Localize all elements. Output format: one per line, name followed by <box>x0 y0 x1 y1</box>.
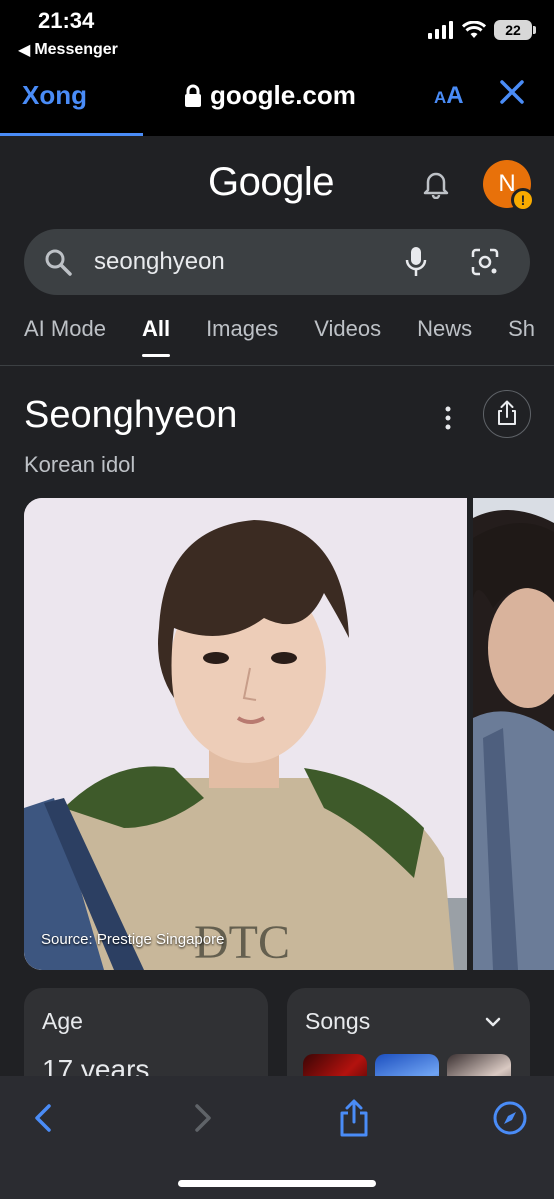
status-time: 21:34 <box>38 8 95 33</box>
tab-shopping[interactable]: Sh <box>508 316 535 366</box>
microphone-icon[interactable] <box>404 246 428 278</box>
close-icon[interactable] <box>498 78 526 106</box>
tab-news[interactable]: News <box>417 316 472 366</box>
text-size-button[interactable]: AA <box>434 82 464 110</box>
google-logo[interactable]: Google <box>208 160 334 205</box>
portrait-image-2 <box>473 498 554 970</box>
google-lens-icon[interactable] <box>470 247 500 277</box>
back-to-app-link[interactable]: ◀ Messenger <box>18 40 118 60</box>
age-card-title: Age <box>42 1008 83 1034</box>
age-card[interactable]: Age 17 years <box>24 988 268 1076</box>
entity-photo-2[interactable] <box>473 498 554 970</box>
chevron-down-icon[interactable] <box>483 1012 503 1032</box>
browser-header: Xong google.com AA <box>0 66 554 136</box>
status-icons: 22 <box>428 20 536 40</box>
share-icon <box>498 400 516 425</box>
account-warning-badge: ! <box>511 188 535 212</box>
image-source-caption: Source: Prestige Singapore <box>41 931 225 948</box>
song-thumbnail[interactable] <box>375 1054 439 1076</box>
search-box[interactable]: seonghyeon <box>24 229 530 295</box>
wifi-icon <box>462 21 486 38</box>
notifications-bell-icon[interactable] <box>422 169 450 199</box>
search-icon <box>45 249 72 276</box>
back-triangle-icon: ◀ <box>18 42 31 59</box>
entity-photo[interactable]: DTC Source: Prestige Singapore <box>24 498 467 970</box>
done-button[interactable]: Xong <box>22 80 87 111</box>
tabs-divider <box>0 365 554 366</box>
songs-card-title: Songs <box>305 1008 371 1034</box>
tab-ai-mode[interactable]: AI Mode <box>24 316 106 366</box>
age-card-value: 17 years <box>42 1054 150 1076</box>
song-thumbnail[interactable] <box>447 1054 511 1076</box>
tab-images[interactable]: Images <box>206 316 278 366</box>
more-vert-icon[interactable] <box>440 404 456 432</box>
tab-all[interactable]: All <box>141 316 171 366</box>
entity-title: Seonghyeon <box>24 394 238 436</box>
back-app-label: Messenger <box>34 41 118 58</box>
entity-subtitle: Korean idol <box>24 452 136 477</box>
url-domain: google.com <box>210 80 356 110</box>
search-tabs: AI Mode All Images Videos News Sh <box>24 316 535 366</box>
portrait-image: DTC <box>24 498 467 970</box>
share-button[interactable] <box>483 390 531 438</box>
forward-icon <box>195 1104 211 1132</box>
google-page: Google N ! seonghyeon AI Mode All Images… <box>0 136 554 1076</box>
lock-icon <box>185 84 201 107</box>
share-icon[interactable] <box>334 1098 374 1138</box>
songs-card[interactable]: Songs <box>287 988 530 1076</box>
home-indicator <box>178 1180 376 1187</box>
compass-icon[interactable] <box>490 1098 530 1138</box>
signal-icon <box>428 21 453 39</box>
status-bar: 21:34 ◀ Messenger 22 <box>0 0 554 66</box>
battery-icon: 22 <box>494 20 536 40</box>
browser-toolbar <box>0 1076 554 1199</box>
tab-videos[interactable]: Videos <box>314 316 381 366</box>
back-icon[interactable] <box>24 1098 64 1138</box>
address-bar[interactable]: google.com <box>184 80 356 111</box>
song-thumbnail[interactable] <box>303 1054 367 1076</box>
search-input[interactable]: seonghyeon <box>94 248 225 276</box>
